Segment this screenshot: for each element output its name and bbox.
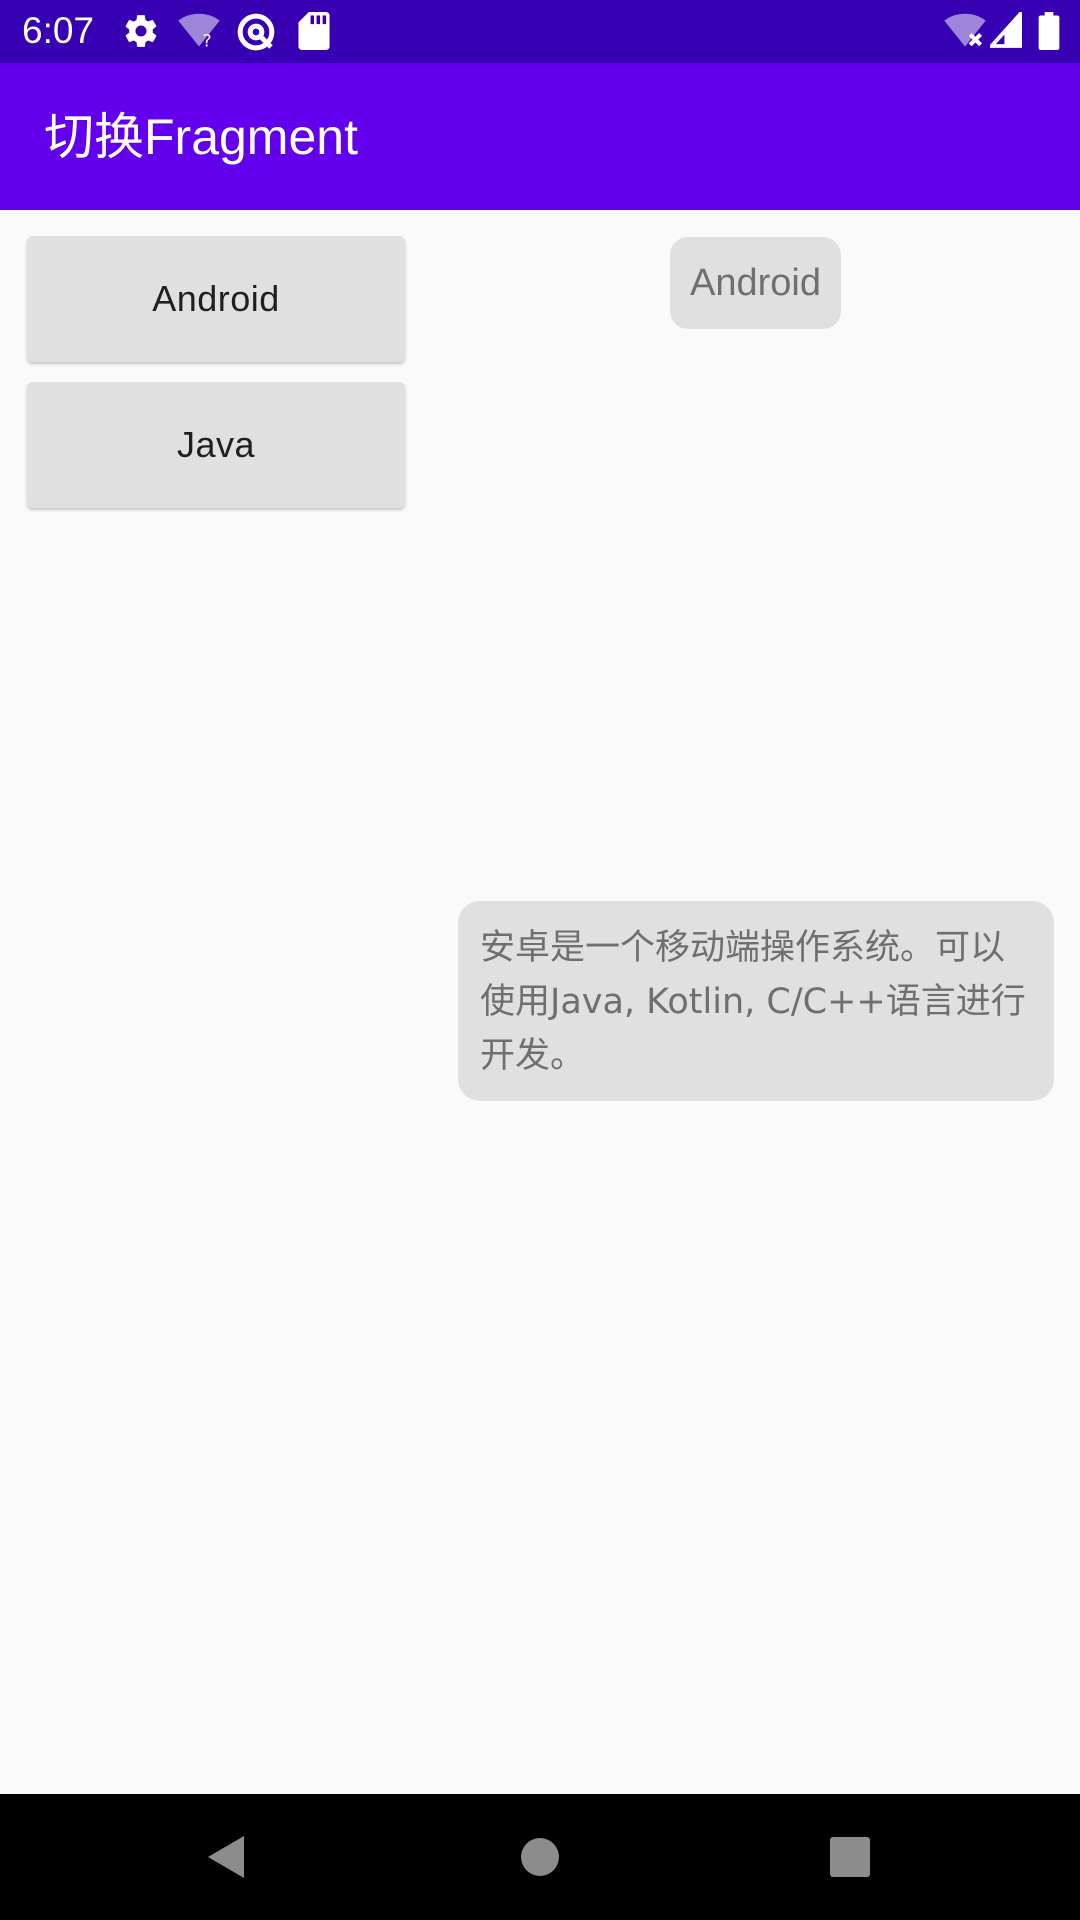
- back-button[interactable]: [166, 1794, 286, 1920]
- navigation-bar: [0, 1794, 1080, 1920]
- java-button[interactable]: Java: [27, 382, 405, 508]
- main-content: Android Java Android 安卓是一个移动端操作系统。可以使用Ja…: [0, 210, 1080, 1794]
- wifi-question-icon: ?: [178, 13, 220, 50]
- app-title: 切换Fragment: [44, 109, 358, 165]
- battery-icon: [1038, 12, 1060, 50]
- back-icon: [208, 1836, 244, 1878]
- cell-signal-icon: [990, 12, 1022, 48]
- wifi-off-icon: [944, 13, 986, 47]
- android-button[interactable]: Android: [27, 236, 405, 362]
- fragment-description: 安卓是一个移动端操作系统。可以使用Java, Kotlin, C/C++语言进行…: [458, 901, 1054, 1101]
- at-sign-icon: [237, 13, 275, 51]
- gear-icon: [125, 15, 157, 47]
- status-bar: 6:07 ?: [0, 0, 1080, 63]
- home-icon: [521, 1838, 559, 1876]
- sd-card-icon: [298, 12, 330, 50]
- svg-text:?: ?: [202, 32, 211, 50]
- home-button[interactable]: [480, 1794, 600, 1920]
- app-bar: 切换Fragment: [0, 63, 1080, 210]
- recents-button[interactable]: [790, 1794, 910, 1920]
- status-time: 6:07: [22, 10, 95, 51]
- fragment-title: Android: [670, 237, 841, 329]
- recents-icon: [830, 1837, 870, 1877]
